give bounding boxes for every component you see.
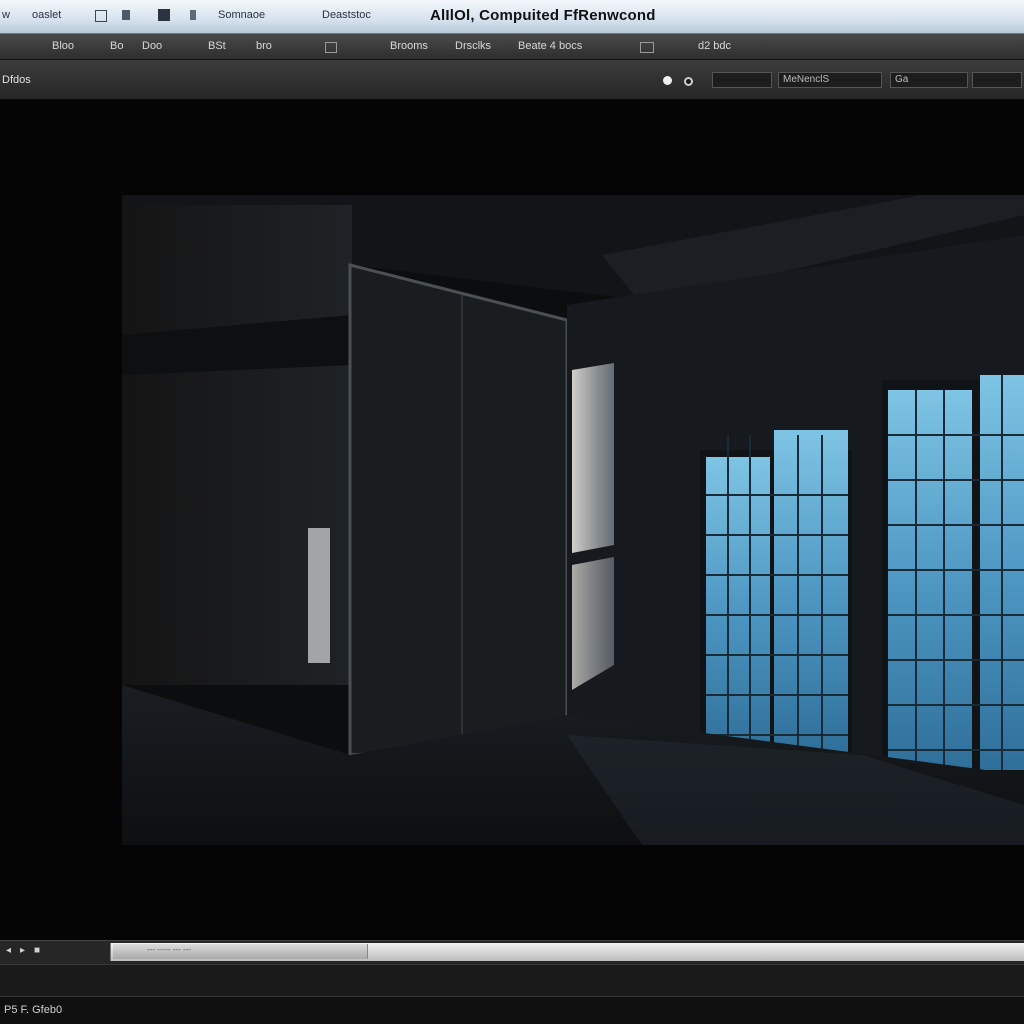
lower-panel: [0, 964, 1024, 996]
radio-off-icon[interactable]: [684, 77, 693, 86]
option-field[interactable]: Ga: [890, 72, 968, 88]
window-titlebar: w oaslet Somnaoe Deaststoc AlIlOl, Compu…: [0, 0, 1024, 34]
status-bar: P5 F. Gfeb0: [0, 996, 1024, 1024]
menu-item[interactable]: bro: [256, 40, 272, 52]
timeline-clip[interactable]: --- ----- --- ---: [113, 944, 368, 959]
menu-item[interactable]: d2 bdc: [698, 40, 731, 52]
toolbar-icon[interactable]: [158, 9, 170, 21]
timeline-bar: ◂ ▸ ■ --- ----- --- ---: [0, 940, 1024, 964]
light-ray: [572, 363, 614, 553]
toolbar-icon[interactable]: [190, 10, 196, 20]
menu-icon[interactable]: [640, 42, 654, 53]
title-menu-item[interactable]: Deaststoc: [322, 9, 371, 21]
status-text: P5 F. Gfeb0: [4, 1004, 63, 1016]
mirror-panel: [348, 263, 569, 757]
options-bar: Dfdos MeNenclS Ga: [0, 60, 1024, 100]
option-field[interactable]: MeNenclS: [778, 72, 882, 88]
play-icon[interactable]: ▸: [20, 945, 30, 956]
clip-label: --- ----- --- ---: [147, 945, 191, 954]
option-field[interactable]: [712, 72, 772, 88]
menu-bar: Bloo Bo Doo BSt bro Brooms Drsclks Beate…: [0, 34, 1024, 60]
timeline-track[interactable]: --- ----- --- ---: [110, 943, 1024, 961]
title-menu-item[interactable]: oaslet: [32, 9, 61, 21]
title-menu-item[interactable]: Somnaoe: [218, 9, 265, 21]
window-pane: [888, 390, 972, 770]
menu-item[interactable]: Doo: [142, 40, 162, 52]
rewind-icon[interactable]: ◂: [6, 945, 16, 956]
light-patch: [308, 528, 330, 663]
toolbar-icon[interactable]: [122, 10, 130, 20]
options-label: Dfdos: [2, 74, 31, 86]
workspace[interactable]: [0, 100, 1024, 940]
window-pane: [774, 430, 848, 755]
menu-item[interactable]: Beate 4 bocs: [518, 40, 582, 52]
window-pane: [706, 457, 770, 755]
stop-icon[interactable]: ■: [34, 945, 44, 956]
menu-icon[interactable]: [325, 42, 337, 53]
option-field[interactable]: [972, 72, 1022, 88]
title-menu-item[interactable]: w: [2, 9, 10, 21]
radio-on-icon[interactable]: [663, 76, 672, 85]
toolbar-icon[interactable]: [95, 10, 107, 22]
menu-item[interactable]: Brooms: [390, 40, 428, 52]
menu-item[interactable]: BSt: [208, 40, 226, 52]
menu-item[interactable]: Drsclks: [455, 40, 491, 52]
window-title: AlIlOl, Compuited FfRenwcond: [430, 7, 656, 24]
menu-item[interactable]: Bloo: [52, 40, 74, 52]
render-canvas[interactable]: [122, 195, 1024, 845]
menu-item[interactable]: Bo: [110, 40, 123, 52]
